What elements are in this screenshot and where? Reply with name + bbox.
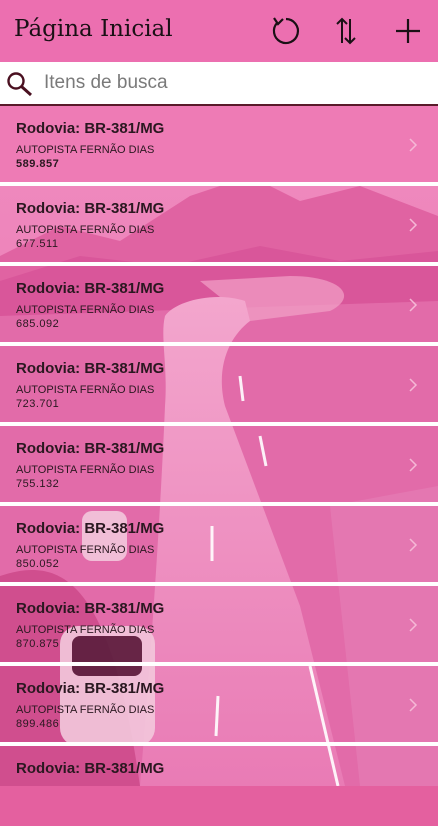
add-button[interactable] [390,12,426,50]
chevron-right-icon [409,538,418,552]
chevron-right-icon [409,298,418,312]
list-item[interactable]: Rodovia: BR-381/MG [0,746,438,826]
list-item[interactable]: Rodovia: BR-381/MG AUTOPISTA FERNÃO DIAS… [0,586,438,666]
sort-button[interactable] [328,12,364,50]
list-item[interactable]: Rodovia: BR-381/MG AUTOPISTA FERNÃO DIAS… [0,186,438,266]
page-title: Página Inicial [14,16,173,42]
list-item-title: Rodovia: BR-381/MG [16,520,165,537]
list-item-title: Rodovia: BR-381/MG [16,200,165,217]
chevron-right-icon [409,218,418,232]
chevron-right-icon [409,698,418,712]
chevron-right-icon [409,138,418,152]
list-item-subtitle: AUTOPISTA FERNÃO DIAS [16,464,155,476]
chevron-right-icon [409,618,418,632]
list-item-subtitle: AUTOPISTA FERNÃO DIAS [16,704,155,716]
list-item-subtitle: AUTOPISTA FERNÃO DIAS [16,144,155,156]
list-item-title: Rodovia: BR-381/MG [16,440,165,457]
top-app-bar: Página Inicial [0,0,438,62]
list-item[interactable]: Rodovia: BR-381/MG AUTOPISTA FERNÃO DIAS… [0,666,438,746]
list-item[interactable]: Rodovia: BR-381/MG AUTOPISTA FERNÃO DIAS… [0,266,438,346]
refresh-button[interactable] [268,12,304,50]
chevron-right-icon [409,458,418,472]
sort-icon [336,17,356,45]
chevron-right-icon [409,378,418,392]
list-item-subtitle: AUTOPISTA FERNÃO DIAS [16,304,155,316]
list-item-value: 685.092 [16,318,60,330]
list-item-subtitle: AUTOPISTA FERNÃO DIAS [16,384,155,396]
list-item[interactable]: Rodovia: BR-381/MG AUTOPISTA FERNÃO DIAS… [0,106,438,186]
list-item-value: 589.857 [16,158,60,170]
list-item-value: 850.052 [16,558,60,570]
list-item-subtitle: AUTOPISTA FERNÃO DIAS [16,544,155,556]
list-item-value: 723.701 [16,398,60,410]
list-item-subtitle: AUTOPISTA FERNÃO DIAS [16,624,155,636]
search-input[interactable] [44,69,424,97]
list-item-title: Rodovia: BR-381/MG [16,280,165,297]
list-item-subtitle: AUTOPISTA FERNÃO DIAS [16,224,155,236]
refresh-icon [272,17,299,45]
search-icon [7,72,33,97]
search-bar [0,62,438,106]
list-item-title: Rodovia: BR-381/MG [16,760,165,777]
list-item-value: 755.132 [16,478,60,490]
list-item[interactable]: Rodovia: BR-381/MG AUTOPISTA FERNÃO DIAS… [0,426,438,506]
list-item[interactable]: Rodovia: BR-381/MG AUTOPISTA FERNÃO DIAS… [0,346,438,426]
road-list: Rodovia: BR-381/MG AUTOPISTA FERNÃO DIAS… [0,106,438,826]
list-item-value: 899.486 [16,718,60,730]
list-item-value: 677.511 [16,238,59,250]
list-item[interactable]: Rodovia: BR-381/MG AUTOPISTA FERNÃO DIAS… [0,506,438,586]
list-item-title: Rodovia: BR-381/MG [16,360,165,377]
plus-icon [396,19,420,43]
list-item-value: 870.875 [16,638,60,650]
list-item-title: Rodovia: BR-381/MG [16,680,165,697]
list-item-title: Rodovia: BR-381/MG [16,600,165,617]
list-item-title: Rodovia: BR-381/MG [16,120,165,137]
